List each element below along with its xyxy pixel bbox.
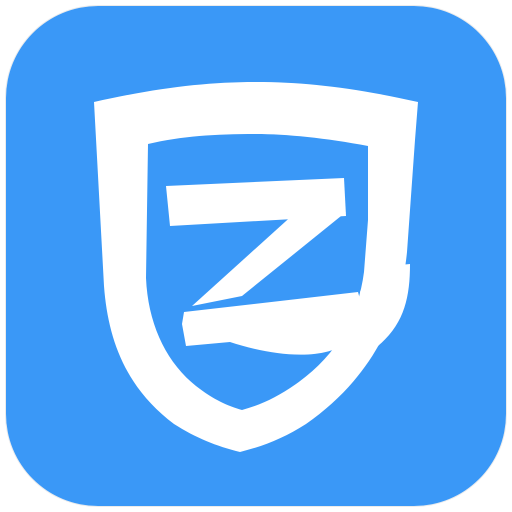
app-icon-tile[interactable]	[6, 6, 506, 506]
shield-z-icon	[6, 6, 506, 506]
app-icon-canvas	[0, 0, 512, 512]
